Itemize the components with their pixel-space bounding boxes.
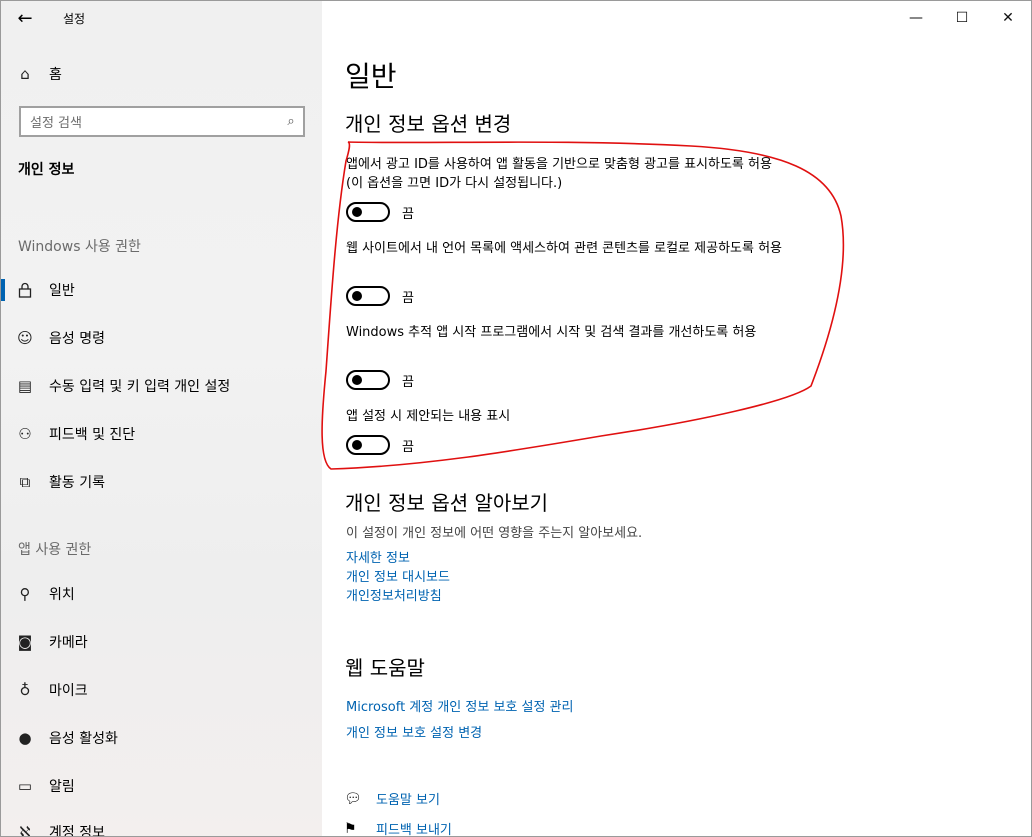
setting-advertising-id-toggle-row: 끔 <box>346 201 414 223</box>
search-box[interactable]: 설정 검색 ⌕ <box>19 106 305 137</box>
sidebar-item-home[interactable]: ⌂ 홈 <box>1 54 322 94</box>
account-icon: ℵ <box>19 823 31 837</box>
options-heading: 개인 정보 옵션 변경 <box>345 112 512 136</box>
setting-suggested-content-toggle-row: 끔 <box>346 434 414 456</box>
settings-window: ← 설정 ⌂ 홈 설정 검색 ⌕ 개인 정보 Windows 사용 권한 일반 … <box>0 0 1032 837</box>
sidebar-item-speech[interactable]: ☺ 음성 명령 <box>1 318 322 358</box>
language-list-toggle[interactable] <box>346 286 390 306</box>
category-title: 개인 정보 <box>18 162 75 178</box>
suggested-content-toggle[interactable] <box>346 435 390 455</box>
toggle-knob <box>352 291 362 301</box>
microphone-filled-icon: ● <box>18 729 32 747</box>
microphone-icon: ♁ <box>19 681 31 699</box>
sidebar-item-label: 피드백 및 진단 <box>49 427 136 443</box>
toggle-state-label: 끔 <box>402 439 414 455</box>
page-title: 일반 <box>345 60 397 93</box>
setting-language-list-text: 웹 사이트에서 내 언어 목록에 액세스하여 관련 콘텐츠를 로컬로 제공하도록… <box>346 241 783 256</box>
setting-advertising-id-text: 앱에서 광고 ID를 사용하여 앱 활동을 기반으로 맞춤형 광고를 표시하도록… <box>346 157 772 191</box>
sidebar-item-diagnostics[interactable]: ⚇ 피드백 및 진단 <box>1 414 322 454</box>
sidebar-item-label: 계정 정보 <box>49 825 105 837</box>
setting-app-launch-tracking-text: Windows 추적 앱 시작 프로그램에서 시작 및 검색 결과를 개선하도록… <box>346 325 757 340</box>
give-feedback-link[interactable]: 피드백 보내기 <box>376 819 452 836</box>
sidebar-item-notifications[interactable]: ▭ 알림 <box>1 766 322 806</box>
title-bar: ← 설정 <box>1 1 322 35</box>
sidebar-item-microphone[interactable]: ♁ 마이크 <box>1 670 322 710</box>
section-label-app-permissions: 앱 사용 권한 <box>18 542 92 558</box>
sidebar-item-label: 음성 명령 <box>49 331 105 347</box>
sidebar-item-label: 위치 <box>49 587 75 603</box>
home-icon: ⌂ <box>20 65 30 83</box>
search-icon[interactable]: ⌕ <box>279 114 303 129</box>
advertising-id-toggle[interactable] <box>346 202 390 222</box>
privacy-statement-link[interactable]: 개인정보처리방침 <box>346 585 442 604</box>
main-content: 일반 개인 정보 옵션 변경 앱에서 광고 ID를 사용하여 앱 활동을 기반으… <box>322 1 1031 836</box>
timeline-icon: ⧉ <box>19 473 31 491</box>
window-title: 설정 <box>63 11 86 26</box>
get-help-row[interactable]: 💬︎ 도움말 보기 <box>344 789 440 809</box>
privacy-dashboard-link[interactable]: 개인 정보 대시보드 <box>346 566 450 585</box>
get-help-link[interactable]: 도움말 보기 <box>376 789 440 808</box>
camera-icon: ◙ <box>17 633 33 651</box>
sidebar: ← 설정 ⌂ 홈 설정 검색 ⌕ 개인 정보 Windows 사용 권한 일반 … <box>1 1 322 837</box>
sidebar-item-inking-typing[interactable]: ▤ 수동 입력 및 키 입력 개인 설정 <box>1 366 322 406</box>
feedback-icon: ⚑ <box>344 820 357 837</box>
location-icon: ⚲ <box>19 585 31 603</box>
sidebar-item-label: 카메라 <box>49 635 88 651</box>
chat-help-icon: 💬︎ <box>344 790 362 807</box>
learn-more-link[interactable]: 자세한 정보 <box>346 547 410 566</box>
feedback-row[interactable]: ⚑ 피드백 보내기 <box>344 819 452 837</box>
toggle-state-label: 끔 <box>402 374 414 390</box>
sidebar-item-label: 마이크 <box>49 683 88 699</box>
sidebar-item-label: 홈 <box>49 67 62 83</box>
feedback-person-icon: ⚇ <box>18 425 32 443</box>
section-label-windows-permissions: Windows 사용 권한 <box>18 239 141 255</box>
toggle-knob <box>352 207 362 217</box>
sidebar-item-label: 일반 <box>49 283 75 299</box>
lock-icon <box>1 282 49 298</box>
sidebar-item-label: 음성 활성화 <box>49 731 118 747</box>
sidebar-item-voice-activation[interactable]: ● 음성 활성화 <box>1 718 322 758</box>
web-help-heading: 웹 도움말 <box>345 656 425 680</box>
sidebar-item-activity-history[interactable]: ⧉ 활동 기록 <box>1 462 322 502</box>
back-button[interactable]: ← <box>1 1 49 35</box>
search-input[interactable]: 설정 검색 <box>30 112 279 131</box>
sidebar-item-account-info[interactable]: ℵ 계정 정보 <box>1 812 322 837</box>
sidebar-item-location[interactable]: ⚲ 위치 <box>1 574 322 614</box>
toggle-knob <box>352 375 362 385</box>
setting-language-list-toggle-row: 끔 <box>346 285 414 307</box>
setting-app-launch-tracking-toggle-row: 끔 <box>346 369 414 391</box>
app-launch-tracking-toggle[interactable] <box>346 370 390 390</box>
sidebar-item-label: 알림 <box>49 779 75 795</box>
message-icon: ▭ <box>17 777 33 795</box>
sidebar-item-label: 수동 입력 및 키 입력 개인 설정 <box>49 379 231 395</box>
notepad-icon: ▤ <box>17 377 33 395</box>
toggle-state-label: 끔 <box>402 290 414 306</box>
setting-suggested-content-text: 앱 설정 시 제안되는 내용 표시 <box>346 409 511 424</box>
change-privacy-settings-link[interactable]: 개인 정보 보호 설정 변경 <box>346 722 482 741</box>
learn-description: 이 설정이 개인 정보에 어떤 영향을 주는지 알아보세요. <box>346 526 643 541</box>
toggle-state-label: 끔 <box>402 206 414 222</box>
manage-account-privacy-link[interactable]: Microsoft 계정 개인 정보 보호 설정 관리 <box>346 696 573 715</box>
sidebar-item-camera[interactable]: ◙ 카메라 <box>1 622 322 662</box>
learn-heading: 개인 정보 옵션 알아보기 <box>345 491 549 515</box>
sidebar-item-general[interactable]: 일반 <box>1 270 322 310</box>
speech-icon: ☺ <box>17 329 33 347</box>
sidebar-item-label: 활동 기록 <box>49 475 105 491</box>
back-arrow-icon: ← <box>17 7 33 29</box>
toggle-knob <box>352 440 362 450</box>
